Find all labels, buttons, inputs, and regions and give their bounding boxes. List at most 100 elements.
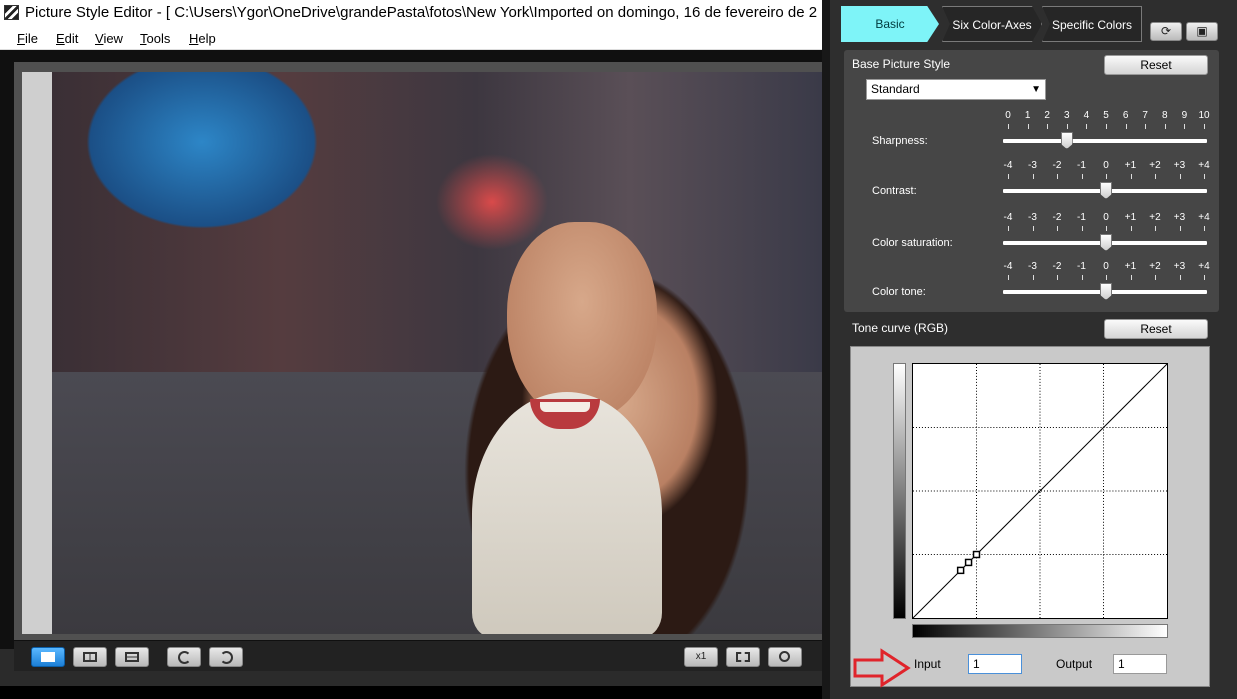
scale-tick-label: +4 [1198, 261, 1210, 272]
tick-mark [1204, 124, 1205, 129]
scale-tick-label: +1 [1124, 261, 1137, 272]
tick-mark [1008, 174, 1009, 179]
input-gradient-bar [912, 624, 1168, 638]
base-style-title: Base Picture Style [852, 57, 951, 71]
tick-mark [1027, 124, 1029, 129]
scale-tick-label: +3 [1173, 261, 1186, 272]
input-label: Input [914, 657, 941, 671]
tone-curve-graph[interactable] [912, 363, 1168, 619]
zoom-actual-button[interactable]: x1 [684, 647, 718, 667]
tick-mark [1106, 174, 1107, 179]
tick-mark [1057, 174, 1058, 179]
base-style-select[interactable]: Standard ▼ [866, 79, 1046, 100]
photo-teeth [540, 402, 590, 412]
tab-six-color-axes[interactable]: Six Color-Axes [942, 6, 1042, 42]
scale-tick-label: +3 [1173, 160, 1186, 171]
scale-tick-label: -4 [1003, 160, 1013, 171]
app-icon [4, 5, 19, 20]
base-reset-button[interactable]: Reset [1104, 55, 1208, 75]
slider-ticks [1008, 226, 1205, 234]
scale-tick-label: 0 [1103, 212, 1109, 223]
slider-track[interactable] [1003, 139, 1207, 143]
tick-mark [1047, 124, 1049, 129]
slider-label: Contrast: [872, 185, 917, 197]
tick-mark [1066, 124, 1068, 129]
tab-specific-colors[interactable]: Specific Colors [1042, 6, 1142, 42]
single-view-button[interactable] [31, 647, 65, 667]
scale-tick-label: +3 [1173, 212, 1186, 223]
title-bar: Picture Style Editor - [ C:\Users\Ygor\O… [0, 0, 822, 26]
menu-bar: File Edit View Tools Help [0, 26, 822, 50]
tick-mark [1145, 124, 1147, 129]
tab-basic[interactable]: Basic [841, 6, 939, 42]
slider-ticks [1008, 174, 1205, 182]
scale-tick-label: -2 [1052, 261, 1062, 272]
tick-mark [1125, 124, 1127, 129]
curve-point[interactable] [972, 550, 981, 559]
tick-mark [1179, 275, 1181, 280]
menu-file[interactable]: File [17, 31, 38, 46]
single-view-icon [41, 652, 55, 662]
panel-divider[interactable] [822, 0, 830, 699]
chevron-down-icon: ▼ [1031, 84, 1041, 95]
tick-mark [1155, 275, 1156, 280]
output-gradient-bar [893, 363, 906, 619]
red-arrow-annotation [853, 648, 911, 688]
slider-label: Sharpness: [872, 135, 928, 147]
output-field[interactable]: 1 [1113, 654, 1167, 674]
menu-tools[interactable]: Tools [140, 31, 170, 46]
split-view-button[interactable] [115, 647, 149, 667]
input-field[interactable]: 1 [968, 654, 1022, 674]
image-margin [22, 72, 52, 634]
tick-mark [1032, 226, 1034, 231]
window-title: Picture Style Editor - [ C:\Users\Ygor\O… [25, 4, 818, 21]
side-by-side-button[interactable] [73, 647, 107, 667]
tone-curve-line [913, 364, 1167, 618]
tick-mark [1155, 226, 1156, 231]
scale-tick-label: +4 [1198, 212, 1210, 223]
output-label: Output [1056, 657, 1093, 671]
undo-icon [178, 651, 191, 664]
open-file-button[interactable]: ⟳ [1150, 22, 1182, 41]
tick-mark [1032, 174, 1034, 179]
tick-mark [1184, 124, 1186, 129]
tone-reset-button[interactable]: Reset [1104, 319, 1208, 339]
slider-ticks [1008, 124, 1205, 132]
tick-mark [1106, 124, 1107, 129]
fit-window-button[interactable] [726, 647, 760, 667]
slider-label: Color tone: [872, 286, 926, 298]
tick-mark [1081, 275, 1083, 280]
photo[interactable] [52, 72, 822, 634]
tick-mark [1008, 275, 1009, 280]
base-style-value: Standard [871, 82, 920, 96]
curve-point[interactable] [956, 566, 965, 575]
tick-mark [1086, 124, 1088, 129]
scale-tick-label: +2 [1149, 212, 1161, 223]
slider-ticks [1008, 275, 1205, 283]
menu-view[interactable]: View [95, 31, 123, 46]
scale-tick-label: +2 [1149, 261, 1161, 272]
split-view-icon [125, 652, 139, 662]
scale-tick-label: 10 [1198, 110, 1210, 121]
tick-mark [1204, 275, 1205, 280]
slider-scale: 0 1 2 3 4 5 6 7 8 9 10 [996, 110, 1212, 122]
menu-edit[interactable]: Edit [56, 31, 78, 46]
scale-tick-label: -1 [1077, 212, 1086, 223]
tick-mark [1008, 124, 1009, 129]
tick-mark [1155, 174, 1156, 179]
scale-tick-label: -4 [1003, 212, 1013, 223]
slider-scale: -4 -3 -2 -1 0 +1 +2 +3 +4 [996, 212, 1212, 224]
tick-mark [1179, 226, 1181, 231]
redo-button[interactable] [209, 647, 243, 667]
side-by-side-icon [83, 652, 97, 662]
tick-mark [1032, 275, 1034, 280]
curve-point[interactable] [964, 558, 973, 567]
zoom-actual-label: x1 [695, 651, 707, 662]
slider-scale: -4 -3 -2 -1 0 +1 +2 +3 +4 [996, 160, 1212, 172]
zoom-out-button[interactable] [768, 647, 802, 667]
menu-help[interactable]: Help [189, 31, 216, 46]
scale-tick-label: +1 [1124, 212, 1137, 223]
save-button[interactable]: ▣ [1186, 22, 1218, 41]
tick-mark [1057, 275, 1058, 280]
undo-button[interactable] [167, 647, 201, 667]
